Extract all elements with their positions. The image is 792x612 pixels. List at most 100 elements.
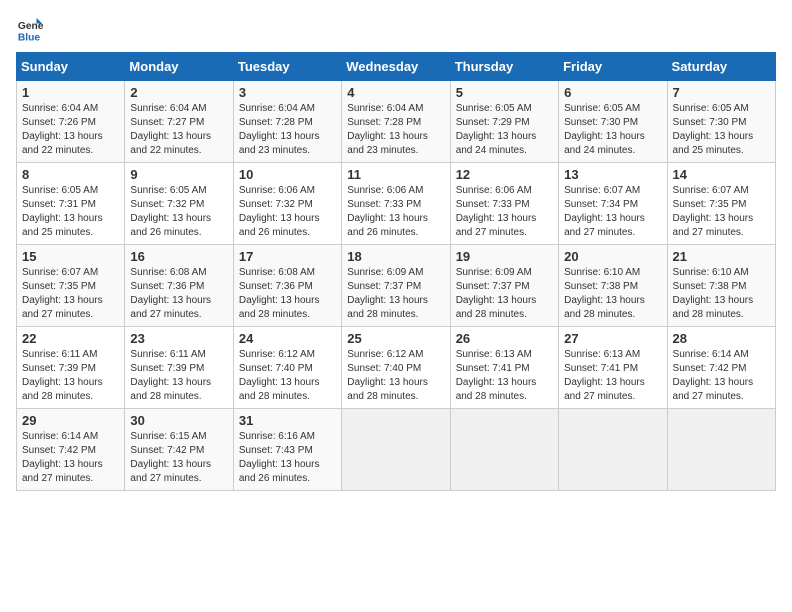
day-info: Sunrise: 6:05 AM Sunset: 7:32 PM Dayligh…: [130, 184, 227, 240]
calendar-cell: 24 Sunrise: 6:12 AM Sunset: 7:40 PM Dayli…: [233, 327, 341, 409]
day-info: Sunrise: 6:04 AM Sunset: 7:28 PM Dayligh…: [239, 102, 336, 158]
day-number: 29: [22, 413, 119, 428]
week-row-1: 1 Sunrise: 6:04 AM Sunset: 7:26 PM Daylig…: [17, 81, 776, 163]
calendar-cell: 30 Sunrise: 6:15 AM Sunset: 7:42 PM Dayli…: [125, 409, 233, 491]
day-info: Sunrise: 6:04 AM Sunset: 7:27 PM Dayligh…: [130, 102, 227, 158]
calendar-cell: [667, 409, 775, 491]
calendar-cell: 16 Sunrise: 6:08 AM Sunset: 7:36 PM Dayli…: [125, 245, 233, 327]
day-info: Sunrise: 6:14 AM Sunset: 7:42 PM Dayligh…: [673, 348, 770, 404]
day-info: Sunrise: 6:08 AM Sunset: 7:36 PM Dayligh…: [130, 266, 227, 322]
calendar-cell: [450, 409, 558, 491]
day-number: 1: [22, 85, 119, 100]
calendar-cell: 9Sunrise: 6:05 AM Sunset: 7:32 PM Daylig…: [125, 163, 233, 245]
day-info: Sunrise: 6:12 AM Sunset: 7:40 PM Dayligh…: [239, 348, 336, 404]
calendar-cell: 29 Sunrise: 6:14 AM Sunset: 7:42 PM Dayli…: [17, 409, 125, 491]
page-header: General Blue: [16, 16, 776, 44]
calendar-cell: 23 Sunrise: 6:11 AM Sunset: 7:39 PM Dayli…: [125, 327, 233, 409]
day-number: 27: [564, 331, 661, 346]
day-info: Sunrise: 6:10 AM Sunset: 7:38 PM Dayligh…: [564, 266, 661, 322]
day-number: 16: [130, 249, 227, 264]
day-number: 6: [564, 85, 661, 100]
week-row-4: 22 Sunrise: 6:11 AM Sunset: 7:39 PM Dayli…: [17, 327, 776, 409]
day-info: Sunrise: 6:06 AM Sunset: 7:33 PM Dayligh…: [347, 184, 444, 240]
calendar-cell: 22 Sunrise: 6:11 AM Sunset: 7:39 PM Dayli…: [17, 327, 125, 409]
day-number: 15: [22, 249, 119, 264]
day-number: 19: [456, 249, 553, 264]
day-info: Sunrise: 6:15 AM Sunset: 7:42 PM Dayligh…: [130, 430, 227, 486]
calendar-cell: 20 Sunrise: 6:10 AM Sunset: 7:38 PM Dayli…: [559, 245, 667, 327]
calendar-cell: 12Sunrise: 6:06 AM Sunset: 7:33 PM Dayli…: [450, 163, 558, 245]
calendar-cell: 6 Sunrise: 6:05 AM Sunset: 7:30 PM Daylig…: [559, 81, 667, 163]
calendar-cell: 14Sunrise: 6:07 AM Sunset: 7:35 PM Dayli…: [667, 163, 775, 245]
day-info: Sunrise: 6:09 AM Sunset: 7:37 PM Dayligh…: [347, 266, 444, 322]
calendar-table: SundayMondayTuesdayWednesdayThursdayFrid…: [16, 52, 776, 491]
day-number: 22: [22, 331, 119, 346]
day-info: Sunrise: 6:06 AM Sunset: 7:32 PM Dayligh…: [239, 184, 336, 240]
day-info: Sunrise: 6:05 AM Sunset: 7:30 PM Dayligh…: [673, 102, 770, 158]
day-number: 10: [239, 167, 336, 182]
day-info: Sunrise: 6:12 AM Sunset: 7:40 PM Dayligh…: [347, 348, 444, 404]
calendar-cell: 28 Sunrise: 6:14 AM Sunset: 7:42 PM Dayli…: [667, 327, 775, 409]
day-number: 2: [130, 85, 227, 100]
calendar-cell: 19Sunrise: 6:09 AM Sunset: 7:37 PM Dayli…: [450, 245, 558, 327]
day-info: Sunrise: 6:05 AM Sunset: 7:29 PM Dayligh…: [456, 102, 553, 158]
day-info: Sunrise: 6:10 AM Sunset: 7:38 PM Dayligh…: [673, 266, 770, 322]
calendar-cell: 3 Sunrise: 6:04 AM Sunset: 7:28 PM Daylig…: [233, 81, 341, 163]
day-number: 5: [456, 85, 553, 100]
day-number: 21: [673, 249, 770, 264]
day-number: 11: [347, 167, 444, 182]
day-info: Sunrise: 6:04 AM Sunset: 7:26 PM Dayligh…: [22, 102, 119, 158]
weekday-header-monday: Monday: [125, 53, 233, 81]
weekday-header-saturday: Saturday: [667, 53, 775, 81]
calendar-cell: 27Sunrise: 6:13 AM Sunset: 7:41 PM Dayli…: [559, 327, 667, 409]
calendar-cell: 17 Sunrise: 6:08 AM Sunset: 7:36 PM Dayli…: [233, 245, 341, 327]
day-info: Sunrise: 6:11 AM Sunset: 7:39 PM Dayligh…: [22, 348, 119, 404]
day-number: 28: [673, 331, 770, 346]
calendar-cell: 21 Sunrise: 6:10 AM Sunset: 7:38 PM Dayli…: [667, 245, 775, 327]
week-row-5: 29 Sunrise: 6:14 AM Sunset: 7:42 PM Dayli…: [17, 409, 776, 491]
calendar-cell: 31 Sunrise: 6:16 AM Sunset: 7:43 PM Dayli…: [233, 409, 341, 491]
calendar-cell: 11 Sunrise: 6:06 AM Sunset: 7:33 PM Dayli…: [342, 163, 450, 245]
weekday-header-tuesday: Tuesday: [233, 53, 341, 81]
calendar-cell: 13Sunrise: 6:07 AM Sunset: 7:34 PM Dayli…: [559, 163, 667, 245]
day-info: Sunrise: 6:16 AM Sunset: 7:43 PM Dayligh…: [239, 430, 336, 486]
day-info: Sunrise: 6:06 AM Sunset: 7:33 PM Dayligh…: [456, 184, 553, 240]
day-info: Sunrise: 6:07 AM Sunset: 7:35 PM Dayligh…: [673, 184, 770, 240]
logo: General Blue: [16, 16, 48, 44]
calendar-cell: 5 Sunrise: 6:05 AM Sunset: 7:29 PM Daylig…: [450, 81, 558, 163]
day-number: 3: [239, 85, 336, 100]
day-info: Sunrise: 6:05 AM Sunset: 7:31 PM Dayligh…: [22, 184, 119, 240]
calendar-cell: 2 Sunrise: 6:04 AM Sunset: 7:27 PM Daylig…: [125, 81, 233, 163]
day-number: 17: [239, 249, 336, 264]
calendar-cell: 18 Sunrise: 6:09 AM Sunset: 7:37 PM Dayli…: [342, 245, 450, 327]
calendar-header: SundayMondayTuesdayWednesdayThursdayFrid…: [17, 53, 776, 81]
day-number: 23: [130, 331, 227, 346]
calendar-cell: [559, 409, 667, 491]
day-info: Sunrise: 6:11 AM Sunset: 7:39 PM Dayligh…: [130, 348, 227, 404]
calendar-cell: 8Sunrise: 6:05 AM Sunset: 7:31 PM Daylig…: [17, 163, 125, 245]
day-number: 26: [456, 331, 553, 346]
day-number: 24: [239, 331, 336, 346]
calendar-cell: 26 Sunrise: 6:13 AM Sunset: 7:41 PM Dayli…: [450, 327, 558, 409]
day-number: 13: [564, 167, 661, 182]
day-number: 7: [673, 85, 770, 100]
calendar-cell: 7 Sunrise: 6:05 AM Sunset: 7:30 PM Daylig…: [667, 81, 775, 163]
day-info: Sunrise: 6:14 AM Sunset: 7:42 PM Dayligh…: [22, 430, 119, 486]
day-number: 25: [347, 331, 444, 346]
day-info: Sunrise: 6:04 AM Sunset: 7:28 PM Dayligh…: [347, 102, 444, 158]
day-info: Sunrise: 6:05 AM Sunset: 7:30 PM Dayligh…: [564, 102, 661, 158]
day-number: 18: [347, 249, 444, 264]
weekday-header-sunday: Sunday: [17, 53, 125, 81]
day-number: 31: [239, 413, 336, 428]
weekday-header-wednesday: Wednesday: [342, 53, 450, 81]
day-number: 20: [564, 249, 661, 264]
calendar-body: 1 Sunrise: 6:04 AM Sunset: 7:26 PM Daylig…: [17, 81, 776, 491]
week-row-3: 15 Sunrise: 6:07 AM Sunset: 7:35 PM Dayli…: [17, 245, 776, 327]
calendar-cell: 15 Sunrise: 6:07 AM Sunset: 7:35 PM Dayli…: [17, 245, 125, 327]
calendar-cell: 25 Sunrise: 6:12 AM Sunset: 7:40 PM Dayli…: [342, 327, 450, 409]
day-number: 30: [130, 413, 227, 428]
day-info: Sunrise: 6:13 AM Sunset: 7:41 PM Dayligh…: [456, 348, 553, 404]
logo-icon: General Blue: [16, 16, 44, 44]
day-info: Sunrise: 6:08 AM Sunset: 7:36 PM Dayligh…: [239, 266, 336, 322]
day-info: Sunrise: 6:07 AM Sunset: 7:35 PM Dayligh…: [22, 266, 119, 322]
